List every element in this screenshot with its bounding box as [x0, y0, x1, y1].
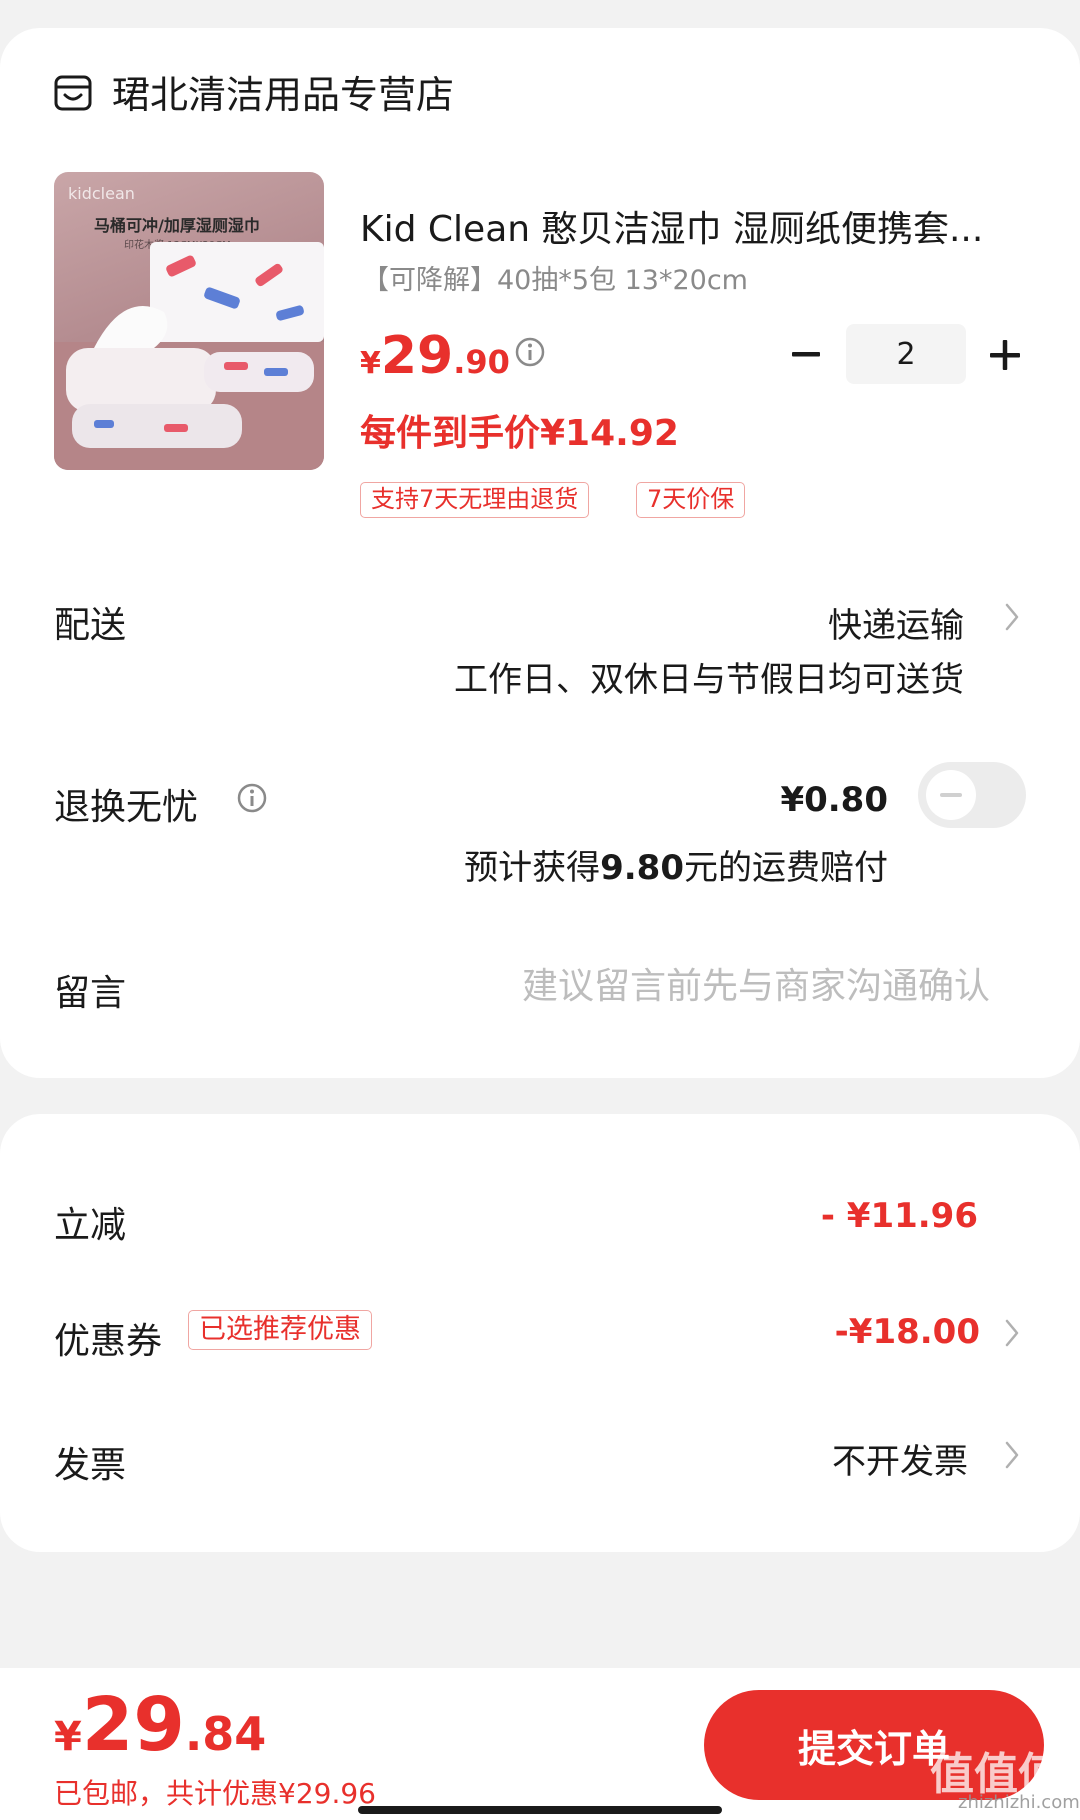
coupon-value[interactable]: -¥18.00	[835, 1312, 980, 1352]
price-info-icon[interactable]	[514, 336, 546, 368]
discount-label: 立减	[54, 1205, 127, 1246]
invoice-value[interactable]: 不开发票	[832, 1434, 968, 1483]
total-integer: 29	[81, 1682, 185, 1768]
product-title[interactable]: Kid Clean 憨贝洁湿巾 湿厕纸便携套...	[360, 200, 983, 252]
unit-price: 每件到手价¥14.92	[360, 413, 679, 454]
message-label: 留言	[54, 973, 127, 1014]
return-note-amount: 9.80	[600, 848, 684, 888]
chevron-right-icon[interactable]	[1002, 1316, 1022, 1350]
chevron-right-icon[interactable]	[1002, 600, 1022, 634]
product-package-illustration	[54, 242, 324, 470]
price-currency: ¥	[360, 346, 381, 381]
toggle-knob	[926, 770, 976, 820]
coupon-label: 优惠券	[54, 1321, 163, 1362]
quantity-input[interactable]: 2	[846, 324, 966, 384]
coupon-badge: 已选推荐优惠	[188, 1310, 372, 1350]
total-note: 已包邮，共计优惠¥29.96	[54, 1777, 376, 1810]
price-decimal: .90	[453, 343, 510, 381]
store-icon	[54, 75, 92, 111]
return-service-toggle[interactable]	[918, 762, 1026, 828]
product-image[interactable]: kidclean 马桶可冲/加厚湿厕湿巾 印花木浆 13CMX20CM	[54, 172, 324, 470]
total-currency: ¥	[54, 1714, 82, 1760]
return-service-price: ¥0.80	[780, 780, 888, 820]
total-price: ¥29.84	[54, 1682, 266, 1768]
discount-value: - ¥11.96	[820, 1196, 978, 1236]
return-service-label: 退换无忧	[54, 787, 199, 828]
delivery-value[interactable]: 快递运输	[828, 598, 964, 647]
return-info-icon[interactable]	[236, 782, 268, 814]
store-name[interactable]: 珺北清洁用品专营店	[112, 64, 454, 119]
home-indicator[interactable]	[358, 1806, 722, 1814]
return-note-suffix: 元的运费赔付	[684, 848, 888, 888]
delivery-note: 工作日、双休日与节假日均可送货	[454, 660, 964, 700]
message-input[interactable]	[380, 958, 990, 1014]
chevron-right-icon[interactable]	[1002, 1438, 1022, 1472]
return-policy-tag: 支持7天无理由退货	[360, 482, 590, 518]
quantity-decrease-button[interactable]	[790, 334, 822, 374]
price-protect-tag: 7天价保	[636, 482, 746, 518]
product-price: ¥29.90	[360, 326, 510, 386]
delivery-label: 配送	[54, 605, 127, 646]
price-integer: 29	[380, 326, 454, 386]
return-service-note: 预计获得9.80元的运费赔付	[464, 840, 888, 889]
watermark-url: zhizhizhi.com	[958, 1792, 1080, 1813]
quantity-increase-button[interactable]	[988, 338, 1022, 372]
product-spec[interactable]: 【可降解】40抽*5包 13*20cm	[362, 258, 748, 297]
total-decimal: .84	[184, 1707, 267, 1761]
return-note-prefix: 预计获得	[464, 848, 601, 888]
invoice-label: 发票	[54, 1445, 127, 1486]
